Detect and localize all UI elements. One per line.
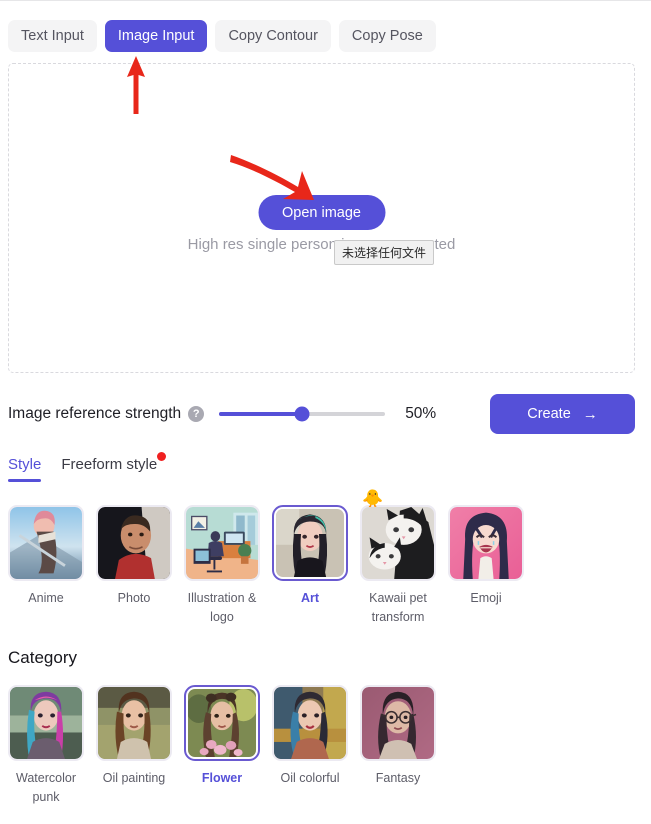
category-item-watercolor-punk[interactable]: Watercolor punk [8, 685, 84, 807]
oil-painting-thumbnail-art [98, 687, 170, 759]
style-thumbnail [448, 505, 524, 581]
style-item-illustration-and-logo[interactable]: Illustration & logo [184, 505, 260, 627]
style-item-emoji[interactable]: Emoji [448, 505, 524, 627]
chick-emoji-badge-icon: 🐥 [362, 489, 384, 509]
style-item-label: Anime [28, 591, 64, 605]
style-thumbnail [96, 505, 172, 581]
strength-label: Image reference strength [8, 405, 182, 422]
style-item-label: Art [300, 591, 320, 605]
emoji-thumbnail-art [450, 507, 522, 579]
strength-slider[interactable] [219, 405, 386, 423]
slider-thumb[interactable] [294, 406, 310, 422]
kawaii-pet-thumbnail-art [362, 507, 434, 579]
style-thumbnail [272, 505, 348, 581]
photo-thumbnail-art [98, 507, 170, 579]
category-item-label: Watercolor punk [16, 771, 76, 804]
strength-control-row: Image reference strength ? 50% Create → [8, 394, 643, 434]
category-item-fantasy[interactable]: Fantasy [360, 685, 436, 807]
style-subtabs: Style Freeform style [8, 452, 167, 482]
category-thumbnail-grid: Watercolor punk Oil painting Flower Oil … [8, 685, 436, 807]
style-thumbnail [360, 505, 436, 581]
tab-text-input[interactable]: Text Input [8, 20, 97, 52]
category-item-label: Oil painting [102, 771, 166, 785]
image-input-panel: Text Input Image Input Copy Contour Copy… [0, 0, 651, 824]
category-thumbnail [96, 685, 172, 761]
category-item-flower[interactable]: Flower [184, 685, 260, 807]
subtab-freeform-style[interactable]: Freeform style [61, 452, 167, 482]
style-item-anime[interactable]: Anime [8, 505, 84, 627]
arrow-right-icon: → [582, 405, 598, 423]
tab-image-input[interactable]: Image Input [104, 20, 208, 52]
new-badge-dot-icon [157, 452, 167, 461]
category-thumbnail [360, 685, 436, 761]
category-item-label: Oil colorful [280, 771, 340, 785]
image-dropzone[interactable]: Open image High res single person image … [8, 63, 635, 373]
subtab-style-label: Style [8, 456, 42, 473]
question-mark-icon[interactable]: ? [188, 406, 205, 422]
tab-copy-pose[interactable]: Copy Pose [338, 20, 436, 52]
style-thumbnail [184, 505, 260, 581]
art-thumbnail-art [276, 509, 344, 577]
category-item-oil-colorful[interactable]: Oil colorful [272, 685, 348, 807]
category-thumbnail [184, 685, 260, 761]
category-item-oil-painting[interactable]: Oil painting [96, 685, 172, 807]
style-item-kawaii-pet-transform[interactable]: 🐥 Kawaii pet transform [360, 491, 436, 627]
illustration-thumbnail-art [186, 507, 258, 579]
category-item-label: Fantasy [375, 771, 421, 785]
create-button[interactable]: Create → [490, 394, 635, 434]
subtab-freeform-style-label: Freeform style [61, 456, 158, 473]
style-item-photo[interactable]: Photo [96, 505, 172, 627]
watercolor-punk-thumbnail-art [10, 687, 82, 759]
category-item-label: Flower [201, 771, 243, 785]
style-item-label: Kawaii pet transform [369, 591, 427, 624]
anime-thumbnail-art [10, 507, 82, 579]
file-input-tooltip: 未选择任何文件 [334, 240, 435, 265]
category-thumbnail [272, 685, 348, 761]
oil-colorful-thumbnail-art [274, 687, 346, 759]
tab-copy-contour[interactable]: Copy Contour [215, 20, 331, 52]
style-thumbnail [8, 505, 84, 581]
style-item-label: Photo [117, 591, 151, 605]
style-item-label: Emoji [470, 591, 502, 605]
open-image-button[interactable]: Open image [258, 195, 385, 230]
fantasy-thumbnail-art [362, 687, 434, 759]
subtab-style[interactable]: Style [8, 456, 42, 482]
strength-value: 50% [405, 405, 437, 422]
style-thumbnail-grid: Anime Photo Illustration & logo Art 🐥 Ka… [8, 491, 524, 627]
slider-fill [219, 412, 303, 416]
category-thumbnail [8, 685, 84, 761]
style-item-art[interactable]: Art [272, 505, 348, 627]
input-mode-tabbar: Text Input Image Input Copy Contour Copy… [8, 20, 436, 52]
create-button-label: Create [527, 406, 571, 422]
style-item-label: Illustration & logo [187, 591, 257, 624]
category-heading: Category [8, 648, 77, 667]
flower-thumbnail-art [188, 689, 256, 757]
